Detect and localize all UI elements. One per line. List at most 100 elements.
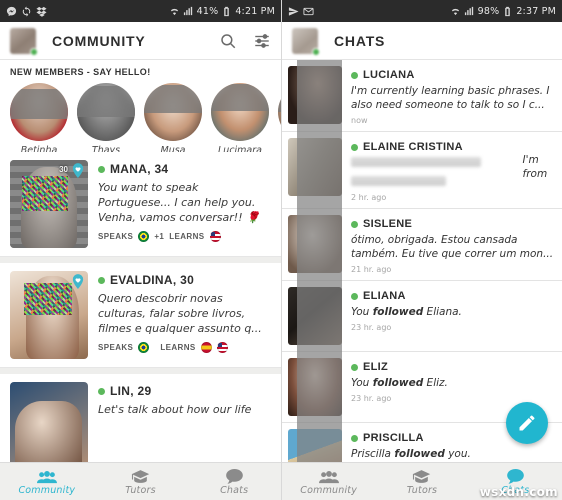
- people-icon: [282, 468, 375, 484]
- search-icon[interactable]: [219, 32, 237, 50]
- privacy-blur-band: [144, 85, 202, 114]
- nav-item-community[interactable]: Community: [282, 468, 375, 496]
- chat-list-item[interactable]: ELAINE CRISTINA I'm from 2 hr. ago: [282, 132, 562, 209]
- community-card[interactable]: EVALDINA, 30 Quero descobrir novas cultu…: [0, 263, 281, 368]
- online-status-dot: [351, 434, 358, 442]
- nav-label: Community: [18, 484, 76, 496]
- chat-timestamp: 2 hr. ago: [351, 193, 387, 202]
- chat-preview: You followed Eliz.: [351, 376, 554, 390]
- status-bar-left-icons: [6, 5, 47, 17]
- online-status-dot: [98, 276, 105, 284]
- avatar[interactable]: [10, 27, 38, 56]
- graduation-cap-icon: [375, 468, 468, 484]
- new-member-item[interactable]: Thays: [77, 83, 135, 156]
- watermark: wsxdn.com: [479, 485, 558, 499]
- contact-name: PRISCILLA: [363, 432, 424, 444]
- chat-preview-bold: followed: [372, 306, 424, 318]
- flag-br-icon: [138, 342, 150, 353]
- compose-fab-button[interactable]: [506, 402, 548, 444]
- wifi-icon: [169, 6, 180, 17]
- privacy-blur-band: [211, 84, 269, 111]
- contact-name: LUCIANA: [363, 69, 415, 81]
- chat-header: SISLENE: [351, 218, 554, 230]
- face-pixelation-overlay: [24, 283, 73, 315]
- new-members-title: NEW MEMBERS - SAY HELLO!: [10, 67, 151, 77]
- nav-item-community[interactable]: Community: [0, 468, 94, 496]
- chat-preview-post: Eliana.: [423, 306, 462, 318]
- chat-body: ELAINE CRISTINA I'm from 2 hr. ago: [351, 138, 554, 202]
- member-photo: [10, 382, 88, 470]
- nav-item-chats[interactable]: Chats: [187, 468, 281, 496]
- wifi-icon: [450, 6, 461, 17]
- signal-icon: [183, 6, 194, 17]
- new-member-item[interactable]: Lucimara: [211, 83, 269, 156]
- contact-name: ELIZ: [363, 361, 389, 373]
- new-member-avatar: [77, 83, 135, 141]
- face-pixelation-overlay: [22, 175, 68, 212]
- status-bar-left-icons: [288, 6, 314, 17]
- new-member-item[interactable]: Betinha: [10, 83, 68, 156]
- contact-avatar: [288, 358, 342, 416]
- online-status-dot: [351, 363, 358, 371]
- page-title: COMMUNITY: [52, 32, 146, 49]
- pencil-icon: [519, 415, 535, 431]
- battery-percent-label: 41%: [196, 5, 219, 17]
- photo-subject: [14, 401, 82, 470]
- flag-us-icon: [209, 231, 221, 242]
- chat-preview-pre: Priscilla: [351, 448, 395, 460]
- chat-preview-pre: You: [351, 377, 373, 389]
- status-bar-right: 98% 2:37 PM: [282, 0, 562, 22]
- nav-item-tutors[interactable]: Tutors: [94, 468, 188, 496]
- contact-name: SISLENE: [363, 218, 413, 230]
- languages-row: SPEAKS LEARNS: [98, 342, 271, 353]
- signal-icon: [464, 6, 475, 17]
- page-title: CHATS: [334, 32, 386, 49]
- privacy-blur-band: [77, 86, 135, 117]
- avatar[interactable]: [292, 27, 320, 56]
- send-icon: [288, 6, 299, 17]
- chat-header: LUCIANA: [351, 69, 554, 81]
- nav-label: Tutors: [125, 484, 156, 496]
- community-card-list[interactable]: 30 MANA, 34 You want to speak Portuguese…: [0, 152, 281, 500]
- member-name: EVALDINA, 30: [110, 273, 195, 287]
- chat-preview: I'm from: [522, 154, 548, 180]
- learns-label: LEARNS: [160, 343, 196, 352]
- redacted-text-block: [351, 153, 515, 189]
- chat-header: ELIANA: [351, 290, 554, 302]
- community-card[interactable]: 30 MANA, 34 You want to speak Portuguese…: [0, 152, 281, 257]
- chat-bubble-icon: [469, 468, 562, 484]
- sync-icon: [21, 5, 32, 17]
- battery-icon: [502, 6, 513, 17]
- chat-list-item[interactable]: SISLENE ótimo, obrigada. Estou cansada t…: [282, 209, 562, 281]
- online-status-dot: [98, 165, 105, 173]
- side-by-side-screenshots: 41% 4:21 PM COMMUNITY NEW MEMBERS - SAY …: [0, 0, 562, 500]
- new-members-row[interactable]: Betinha Thays Musa Lucimara: [0, 83, 281, 156]
- card-header: MANA, 34: [98, 162, 271, 176]
- member-photo: 30: [10, 160, 88, 248]
- contact-avatar: [288, 215, 342, 273]
- member-photo: [10, 271, 88, 359]
- chat-preview-pre: You: [351, 306, 373, 318]
- favorite-heart-icon[interactable]: [70, 162, 86, 178]
- speaks-label: SPEAKS: [98, 232, 134, 241]
- app-bar-community: COMMUNITY: [0, 22, 281, 60]
- card-body: LIN, 29 Let's talk about how our life: [98, 382, 271, 470]
- clock-label: 2:37 PM: [516, 5, 556, 17]
- contact-avatar: [288, 66, 342, 124]
- languages-row: SPEAKS +1 LEARNS: [98, 231, 271, 242]
- chat-list-item[interactable]: LUCIANA I'm currently learning basic phr…: [282, 60, 562, 132]
- favorite-heart-icon[interactable]: [70, 273, 86, 289]
- nav-item-tutors[interactable]: Tutors: [375, 468, 468, 496]
- chat-preview: I'm currently learning basic phrases. I …: [351, 85, 550, 111]
- chat-preview-bold: followed: [372, 377, 424, 389]
- chat-list-item[interactable]: ELIANA You followed Eliana. 23 hr. ago: [282, 281, 562, 352]
- flag-es-icon: [200, 342, 212, 353]
- online-status-dot: [98, 387, 105, 395]
- nav-label: Community: [300, 484, 358, 496]
- contact-name: ELAINE CRISTINA: [363, 141, 463, 153]
- member-bio: You want to speak Portuguese... I can he…: [98, 181, 260, 224]
- new-member-item[interactable]: Musa: [144, 83, 202, 156]
- filter-icon[interactable]: [253, 32, 271, 50]
- chat-list[interactable]: LUCIANA I'm currently learning basic phr…: [282, 60, 562, 462]
- card-header: LIN, 29: [98, 384, 271, 398]
